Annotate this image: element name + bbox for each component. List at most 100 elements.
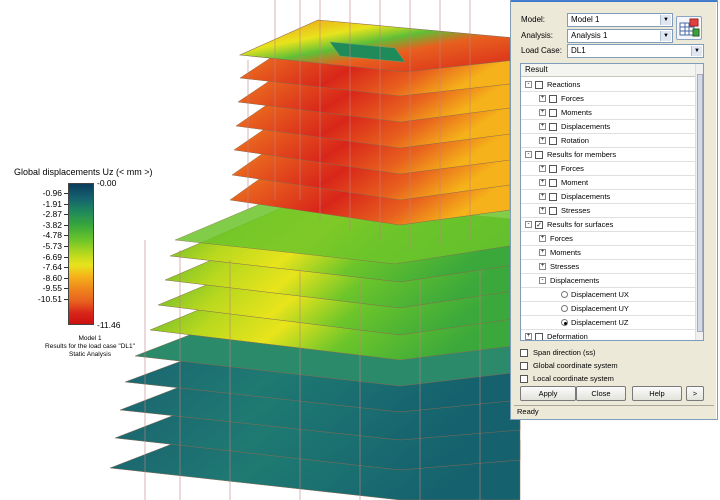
help-button[interactable]: Help	[632, 386, 682, 401]
tree-checkbox[interactable]: ✓	[535, 221, 543, 229]
tree-item[interactable]: + Forces	[521, 232, 697, 246]
tree-checkbox[interactable]	[535, 81, 543, 89]
expand-icon[interactable]: +	[539, 123, 546, 130]
tree-item-label: Deformation	[547, 332, 588, 341]
legend-value-label: -2.87	[42, 209, 62, 220]
tree-item-label: Forces	[550, 234, 573, 243]
tree-checkbox[interactable]	[549, 165, 557, 173]
option-checkbox[interactable]	[520, 349, 528, 357]
legend-value-label: -9.55	[42, 283, 62, 294]
tree-item[interactable]: + Stresses	[521, 260, 697, 274]
expand-icon[interactable]: +	[539, 235, 546, 242]
tree-checkbox[interactable]	[549, 95, 557, 103]
chevron-down-icon[interactable]: ▼	[660, 31, 671, 41]
analysis-select[interactable]: Analysis 1 ▼	[567, 29, 673, 43]
tree-radio[interactable]	[561, 319, 568, 326]
tree-item[interactable]: - ✓ Results for surfaces	[521, 218, 697, 232]
expand-icon[interactable]: +	[539, 165, 546, 172]
legend-caption-analysis: Static Analysis	[69, 351, 111, 358]
tree-item-label: Displacements	[561, 122, 611, 131]
legend-value-label: -8.60	[42, 272, 62, 283]
tree-item-label: Displacement UZ	[571, 318, 629, 327]
analysis-select-value: Analysis 1	[571, 31, 608, 40]
dialog-titlebar[interactable]	[511, 0, 717, 2]
tree-item[interactable]: + Displacements	[521, 190, 697, 204]
tree-checkbox[interactable]	[535, 151, 543, 159]
legend-min-label: -11.46	[97, 320, 121, 330]
tree-item[interactable]: + Moments	[521, 106, 697, 120]
expand-icon[interactable]: +	[539, 249, 546, 256]
tree-item[interactable]: + Moments	[521, 246, 697, 260]
tree-item-label: Results for surfaces	[547, 220, 614, 229]
legend-caption-model: Model 1	[78, 335, 102, 342]
result-tree[interactable]: Result - Reactions + Forces + Moments + Displac…	[520, 63, 704, 341]
option-checkbox[interactable]	[520, 375, 528, 383]
tree-item[interactable]: + Moment	[521, 176, 697, 190]
status-bar: Ready	[514, 405, 714, 418]
option-checkbox[interactable]	[520, 362, 528, 370]
chevron-down-icon[interactable]: ▼	[691, 46, 702, 56]
close-button[interactable]: Close	[576, 386, 626, 401]
tree-radio[interactable]	[561, 291, 568, 298]
tree-item[interactable]: - Results for members	[521, 148, 697, 162]
expand-icon[interactable]: +	[525, 333, 532, 340]
option-label: Span direction (ss)	[533, 348, 596, 357]
loadcase-select[interactable]: DL1 ▼	[567, 44, 704, 58]
expand-icon[interactable]: +	[539, 137, 546, 144]
legend-value-label: -5.73	[42, 241, 62, 251]
collapse-icon[interactable]: -	[525, 81, 532, 88]
legend-tick	[64, 235, 68, 237]
tree-scrollbar[interactable]	[695, 64, 703, 340]
tree-item[interactable]: + Stresses	[521, 204, 697, 218]
model-select-value: Model 1	[571, 15, 600, 24]
tree-item[interactable]: - Reactions	[521, 78, 697, 92]
tower-floor-slabs	[229, 19, 516, 226]
legend-value-label: -10.51	[37, 294, 62, 304]
collapse-icon[interactable]: -	[539, 277, 546, 284]
model-select[interactable]: Model 1 ▼	[567, 13, 673, 27]
more-button[interactable]: >	[686, 386, 704, 401]
tree-item-label: Reactions	[547, 80, 581, 89]
expand-icon[interactable]: +	[539, 263, 546, 270]
tree-checkbox[interactable]	[549, 109, 557, 117]
model-label: Model:	[521, 15, 546, 24]
expand-icon[interactable]: +	[539, 109, 546, 116]
tree-item[interactable]: Displacement UZ	[521, 316, 697, 330]
legend-value-label: -4.78	[42, 230, 62, 241]
legend-tick	[64, 256, 68, 258]
tree-checkbox[interactable]	[549, 179, 557, 187]
legend-value-label: -3.82	[42, 219, 62, 230]
tree-checkbox[interactable]	[549, 207, 557, 215]
legend-tick	[64, 193, 68, 194]
tree-item-label: Displacement UX	[571, 290, 629, 299]
tree-item[interactable]: Displacement UY	[521, 302, 697, 316]
tree-checkbox[interactable]	[549, 137, 557, 145]
loadcase-label: Load Case:	[521, 46, 562, 55]
tree-item[interactable]: + Displacements	[521, 120, 697, 134]
tree-item-label: Forces	[561, 94, 584, 103]
expand-icon[interactable]: +	[539, 179, 546, 186]
tree-item[interactable]: + Rotation	[521, 134, 697, 148]
chevron-down-icon[interactable]: ▼	[660, 15, 671, 25]
legend-tick	[64, 299, 68, 300]
legend-value-label: -6.69	[42, 251, 62, 262]
result-settings-button[interactable]	[676, 16, 702, 40]
expand-icon[interactable]: +	[539, 95, 546, 102]
tree-item[interactable]: + Forces	[521, 162, 697, 176]
expand-icon[interactable]: +	[539, 207, 546, 214]
tree-checkbox[interactable]	[535, 333, 543, 340]
scrollbar-thumb[interactable]	[697, 74, 703, 332]
legend-tick	[64, 288, 68, 290]
tree-item[interactable]: + Deformation	[521, 330, 697, 341]
tree-radio[interactable]	[561, 305, 568, 312]
tree-checkbox[interactable]	[549, 123, 557, 131]
legend-color-scale	[68, 183, 94, 325]
tree-item[interactable]: Displacement UX	[521, 288, 697, 302]
collapse-icon[interactable]: -	[525, 221, 532, 228]
tree-item[interactable]: - Displacements	[521, 274, 697, 288]
apply-button[interactable]: Apply	[520, 386, 576, 401]
tree-item[interactable]: + Forces	[521, 92, 697, 106]
tree-checkbox[interactable]	[549, 193, 557, 201]
expand-icon[interactable]: +	[539, 193, 546, 200]
collapse-icon[interactable]: -	[525, 151, 532, 158]
